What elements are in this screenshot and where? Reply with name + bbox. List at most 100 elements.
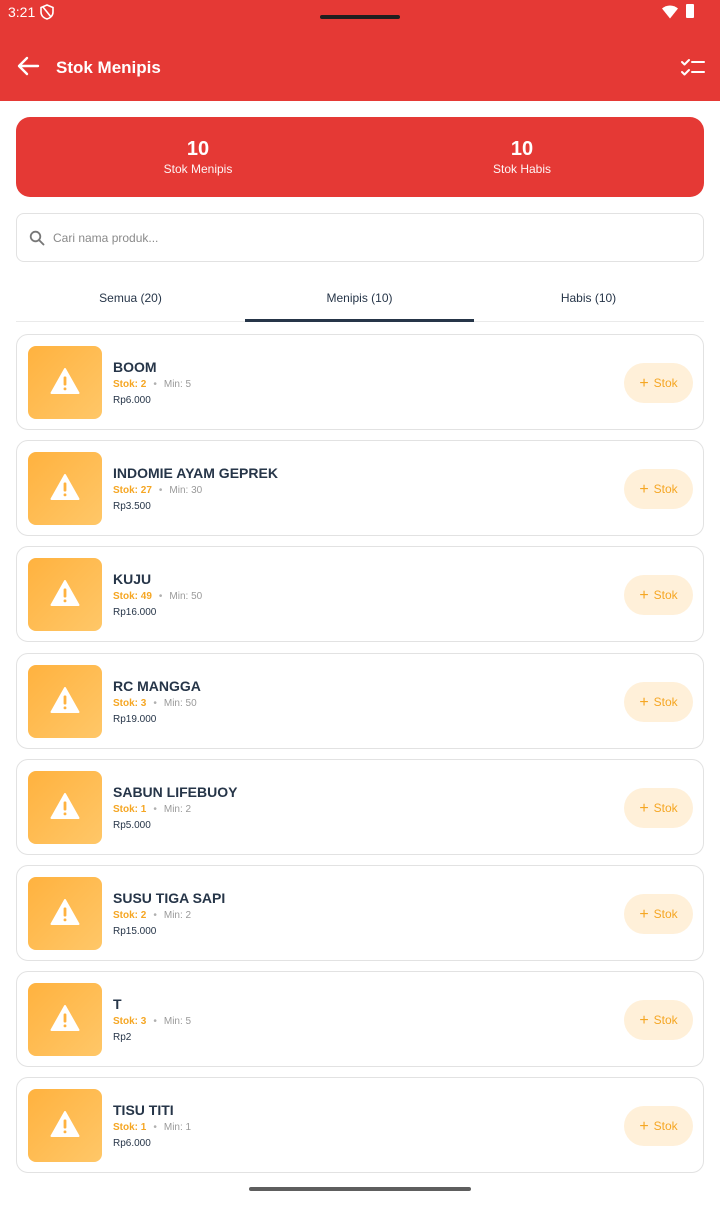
product-stock: Stok: 1 bbox=[113, 803, 147, 815]
separator-dot: • bbox=[153, 697, 157, 709]
checklist-icon[interactable] bbox=[680, 57, 706, 79]
plus-icon: + bbox=[639, 1118, 649, 1136]
product-name: TISU TITI bbox=[113, 1102, 174, 1119]
product-card[interactable]: BOOM Stok: 2 • Min: 5 Rp6.000 + Stok bbox=[16, 334, 704, 430]
summary-out-of-stock: 10 Stok Habis bbox=[422, 137, 622, 177]
product-stock: Stok: 3 bbox=[113, 697, 147, 709]
product-stock-info: Stok: 1 • Min: 2 bbox=[113, 804, 191, 815]
plus-icon: + bbox=[639, 799, 649, 817]
separator-dot: • bbox=[153, 1122, 157, 1134]
warning-icon bbox=[50, 580, 80, 607]
summary-low-stock: 10 Stok Menipis bbox=[98, 137, 298, 177]
shield-icon bbox=[40, 4, 54, 20]
product-min-stock: Min: 1 bbox=[163, 1122, 192, 1134]
product-name: SUSU TIGA SAPI bbox=[113, 889, 226, 906]
warning-icon bbox=[50, 474, 80, 501]
product-price: Rp15.000 bbox=[113, 925, 157, 937]
product-stock-info: Stok: 3 • Min: 50 bbox=[113, 698, 197, 709]
back-arrow-icon[interactable] bbox=[14, 54, 42, 78]
plus-icon: + bbox=[639, 375, 649, 392]
add-stock-label: Stok bbox=[653, 1119, 678, 1134]
wifi-icon bbox=[662, 5, 678, 19]
product-price: Rp2 bbox=[113, 1032, 132, 1044]
product-thumbnail bbox=[28, 983, 102, 1057]
add-stock-label: Stok bbox=[653, 906, 678, 921]
product-thumbnail bbox=[28, 1089, 102, 1163]
active-tab-indicator bbox=[245, 319, 474, 322]
add-stock-button[interactable]: + Stok bbox=[624, 575, 693, 616]
warning-icon bbox=[50, 1111, 80, 1138]
separator-dot: • bbox=[158, 485, 163, 497]
home-indicator[interactable] bbox=[249, 1187, 471, 1191]
add-stock-label: Stok bbox=[653, 588, 678, 603]
product-card[interactable]: TISU TITI Stok: 1 • Min: 1 Rp6.000 + Stok bbox=[16, 1077, 704, 1174]
product-price: Rp19.000 bbox=[113, 713, 157, 725]
product-name: RC MANGGA bbox=[113, 677, 201, 694]
product-stock: Stok: 49 bbox=[113, 591, 152, 603]
plus-icon: + bbox=[639, 693, 649, 711]
add-stock-label: Stok bbox=[653, 800, 678, 815]
product-min-stock: Min: 50 bbox=[169, 591, 203, 603]
product-stock: Stok: 2 bbox=[113, 909, 147, 921]
product-stock: Stok: 1 bbox=[113, 1122, 147, 1134]
add-stock-button[interactable]: + Stok bbox=[624, 1106, 693, 1147]
add-stock-button[interactable]: + Stok bbox=[624, 1000, 693, 1041]
plus-icon: + bbox=[639, 905, 649, 923]
product-stock-info: Stok: 1 • Min: 1 bbox=[113, 1122, 191, 1133]
status-time: 3:21 bbox=[8, 4, 36, 20]
warning-icon bbox=[50, 898, 80, 925]
stock-summary-card: 10 Stok Menipis 10 Stok Habis bbox=[16, 117, 704, 197]
add-stock-button[interactable]: + Stok bbox=[624, 469, 693, 510]
product-stock: Stok: 27 bbox=[113, 485, 152, 497]
product-price: Rp6.000 bbox=[113, 1138, 151, 1150]
app-bar: Stok Menipis bbox=[0, 28, 720, 101]
product-name: BOOM bbox=[113, 359, 157, 375]
product-stock: Stok: 3 bbox=[113, 1016, 147, 1028]
product-thumbnail bbox=[28, 664, 102, 738]
product-thumbnail bbox=[28, 876, 102, 950]
product-card[interactable]: T Stok: 3 • Min: 5 Rp2 + Stok bbox=[16, 971, 704, 1068]
add-stock-label: Stok bbox=[653, 694, 678, 709]
product-card[interactable]: SABUN LIFEBUOY Stok: 1 • Min: 2 Rp5.000 + S… bbox=[16, 758, 704, 855]
product-name: KUJU bbox=[113, 571, 152, 588]
product-thumbnail bbox=[28, 558, 102, 632]
warning-icon bbox=[50, 1005, 80, 1032]
product-card[interactable]: INDOMIE AYAM GEPREK Stok: 27 • Min: 30 Rp3… bbox=[16, 440, 704, 537]
product-stock-info: Stok: 2 • Min: 5 bbox=[113, 379, 191, 390]
tab-menipis[interactable]: Menipis (10) bbox=[245, 278, 474, 322]
product-min-stock: Min: 30 bbox=[169, 485, 203, 497]
add-stock-label: Stok bbox=[653, 376, 678, 390]
separator-dot: • bbox=[153, 379, 157, 390]
separator-dot: • bbox=[153, 803, 157, 815]
add-stock-button[interactable]: + Stok bbox=[624, 363, 693, 403]
product-stock-info: Stok: 49 • Min: 50 bbox=[113, 591, 202, 602]
battery-icon bbox=[686, 4, 694, 18]
product-min-stock: Min: 50 bbox=[163, 697, 197, 709]
product-price: Rp3.500 bbox=[113, 501, 151, 513]
plus-icon: + bbox=[639, 481, 649, 499]
search-icon bbox=[29, 230, 45, 246]
search-input[interactable] bbox=[53, 226, 673, 250]
search-box bbox=[16, 213, 704, 262]
status-bar: 3:21 bbox=[0, 0, 720, 28]
product-min-stock: Min: 5 bbox=[163, 379, 192, 390]
plus-icon: + bbox=[639, 1012, 649, 1030]
product-price: Rp6.000 bbox=[113, 395, 151, 406]
product-card[interactable]: SUSU TIGA SAPI Stok: 2 • Min: 2 Rp15.000 +… bbox=[16, 864, 704, 961]
product-stock-info: Stok: 27 • Min: 30 bbox=[113, 485, 202, 496]
plus-icon: + bbox=[639, 587, 649, 605]
product-price: Rp16.000 bbox=[113, 607, 157, 619]
tab-semua[interactable]: Semua (20) bbox=[16, 278, 245, 322]
out-of-stock-count: 10 bbox=[510, 138, 534, 160]
product-card[interactable]: RC MANGGA Stok: 3 • Min: 50 Rp19.000 + Stok bbox=[16, 652, 704, 749]
filter-tabs: Semua (20) Menipis (10) Habis (10) bbox=[16, 278, 704, 322]
product-card[interactable]: KUJU Stok: 49 • Min: 50 Rp16.000 + Stok bbox=[16, 546, 704, 643]
add-stock-button[interactable]: + Stok bbox=[624, 681, 693, 722]
tab-habis[interactable]: Habis (10) bbox=[474, 278, 703, 322]
add-stock-button[interactable]: + Stok bbox=[624, 787, 693, 828]
product-min-stock: Min: 2 bbox=[163, 803, 192, 815]
product-min-stock: Min: 2 bbox=[163, 909, 192, 921]
product-price: Rp5.000 bbox=[113, 819, 151, 831]
product-thumbnail bbox=[28, 346, 102, 419]
add-stock-button[interactable]: + Stok bbox=[624, 893, 693, 934]
